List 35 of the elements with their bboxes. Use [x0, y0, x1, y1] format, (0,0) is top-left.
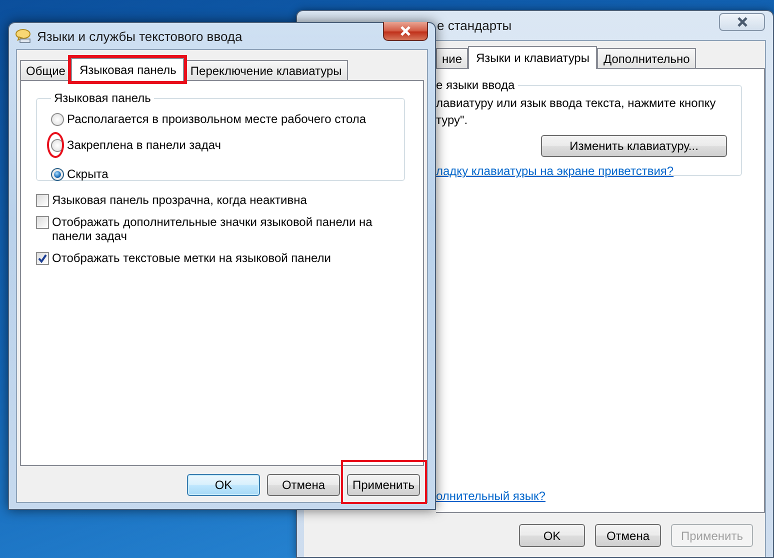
dialog-button[interactable]: Отмена — [595, 524, 661, 547]
radio-label: Располагается в произвольном месте рабочего стола — [67, 112, 366, 126]
checkbox-label: Языковая панель прозрачна, когда неактивна — [52, 193, 308, 207]
checkbox[interactable] — [36, 194, 49, 207]
link[interactable]: ладку клавиатуры на экране приветствия? — [436, 164, 727, 178]
dialog-button[interactable]: OK — [519, 524, 585, 547]
window-title: Языки и службы текстового ввода — [37, 28, 242, 44]
close-button[interactable] — [383, 22, 428, 41]
dialog-button[interactable]: Отмена — [267, 474, 340, 496]
link[interactable]: олнительный язык? — [436, 489, 742, 503]
checkbox[interactable] — [36, 216, 49, 229]
close-icon — [400, 26, 411, 36]
tab[interactable]: Языки и клавиатуры — [468, 46, 598, 69]
description-text: лавиатуру или язык ввода текста, нажмите кнопку — [436, 95, 717, 112]
window-title: е стандарты — [437, 18, 512, 33]
tab[interactable]: Языковая панель — [71, 58, 184, 81]
radio-button[interactable] — [51, 168, 64, 180]
radio-button[interactable] — [51, 112, 64, 126]
dialog-button[interactable]: OK — [187, 474, 260, 496]
checkbox[interactable] — [36, 252, 49, 265]
radio-label: Закреплена в панели задач — [67, 138, 221, 152]
speech-bubble-icon — [15, 29, 31, 43]
tab[interactable]: ние — [436, 48, 468, 68]
group-label: Языковая панель — [53, 91, 152, 105]
description-text: туру". — [436, 112, 469, 129]
checkbox-label: Отображать текстовые метки на языковой панели — [52, 251, 332, 265]
change-keyboard-button[interactable]: Изменить клавиатуру... — [541, 135, 727, 157]
checkbox-label: Отображать дополнительные значки языковой панели на панели задач — [52, 215, 374, 243]
radio-label: Скрыта — [67, 167, 108, 181]
tab[interactable]: Дополнительно — [597, 48, 696, 68]
tab[interactable]: Переключение клавиатуры — [184, 60, 348, 80]
close-icon — [736, 17, 748, 27]
dialog-button[interactable]: Применить — [347, 474, 420, 496]
group-label: е языки ввода — [436, 78, 516, 92]
close-button[interactable] — [719, 13, 765, 31]
